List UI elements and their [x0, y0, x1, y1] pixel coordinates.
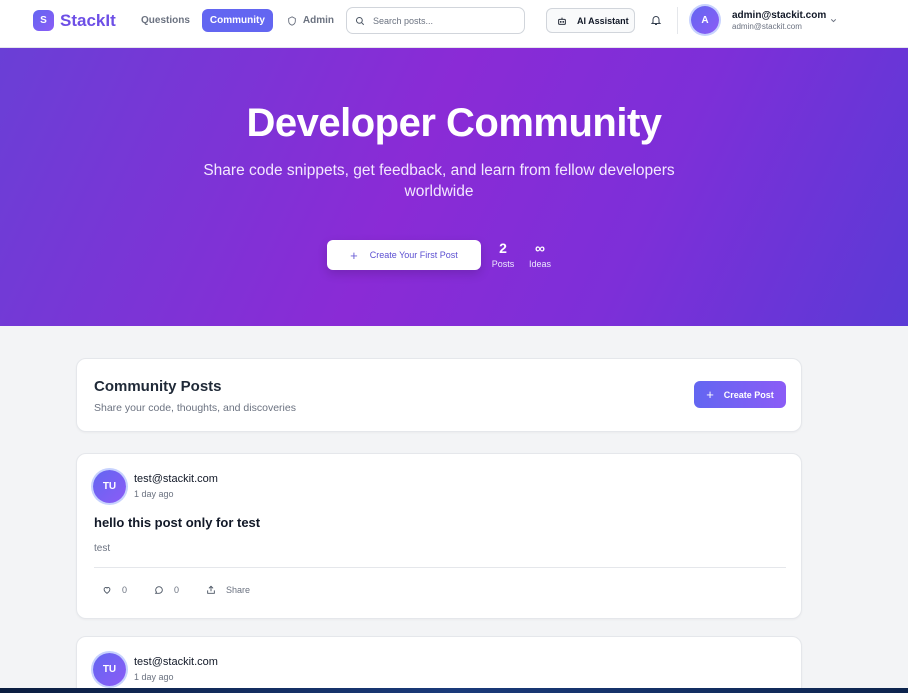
post-timestamp: 1 day ago — [134, 672, 174, 682]
stat-posts-value: 2 — [499, 240, 507, 256]
ai-assistant-button[interactable]: AI Assistant — [546, 8, 635, 33]
post-card[interactable]: TU test@stackit.com 1 day ago — [76, 636, 802, 693]
post-author[interactable]: test@stackit.com — [134, 656, 218, 668]
plus-icon: + — [350, 247, 358, 263]
like-button[interactable]: 0 — [102, 585, 127, 595]
stat-posts-label: Posts — [491, 259, 515, 269]
user-avatar[interactable]: A — [691, 6, 719, 34]
logo-text: StackIt — [60, 10, 116, 30]
heart-icon — [103, 587, 111, 594]
search-box[interactable] — [346, 7, 525, 34]
robot-icon — [558, 17, 566, 25]
section-subtitle: Share your code, thoughts, and discoveri… — [94, 402, 296, 414]
stat-ideas-label: Ideas — [528, 259, 552, 269]
stat-posts: 2 Posts — [490, 240, 516, 269]
search-icon — [355, 16, 365, 25]
nav-admin[interactable]: Admin — [279, 9, 342, 32]
share-label: Share — [226, 585, 251, 595]
section-title: Community Posts — [94, 378, 222, 395]
nav-questions[interactable]: Questions — [133, 9, 198, 32]
share-button[interactable]: Share — [206, 585, 250, 595]
main-nav: Questions Community Admin — [133, 9, 342, 32]
user-subtext: admin@stackit.com — [732, 22, 802, 31]
stat-ideas-value: ∞ — [535, 240, 545, 256]
nav-admin-label: Admin — [302, 15, 335, 26]
hero-subtitle: Share code snippets, get feedback, and l… — [203, 162, 675, 200]
post-body: test — [94, 543, 111, 554]
logo[interactable]: S StackIt — [33, 10, 116, 31]
chevron-down-icon[interactable] — [829, 16, 838, 25]
comment-icon — [154, 586, 163, 594]
logo-mark: S — [33, 10, 54, 31]
user-email[interactable]: admin@stackit.com — [732, 10, 826, 21]
ai-assistant-label: AI Assistant — [577, 15, 629, 26]
post-title[interactable]: hello this post only for test — [94, 515, 260, 530]
post-author[interactable]: test@stackit.com — [134, 473, 218, 485]
post-divider — [94, 567, 786, 568]
post-card[interactable]: TU test@stackit.com 1 day ago hello this… — [76, 453, 802, 619]
post-author-avatar[interactable]: TU — [93, 653, 126, 686]
create-first-post-button[interactable]: + Create Your First Post — [327, 240, 481, 270]
search-input[interactable] — [373, 15, 513, 26]
post-author-avatar[interactable]: TU — [93, 470, 126, 503]
shield-icon — [288, 15, 296, 26]
bell-icon[interactable] — [650, 14, 662, 26]
header-divider — [677, 7, 678, 34]
hero-banner: Developer Community Share code snippets,… — [0, 48, 908, 326]
create-post-button[interactable]: + Create Post — [694, 381, 786, 408]
comment-count: 0 — [174, 585, 180, 595]
hero-title: Developer Community — [246, 101, 662, 145]
os-taskbar-strip — [0, 688, 908, 693]
community-posts-header: Community Posts Share your code, thought… — [76, 358, 802, 432]
comment-button[interactable]: 0 — [154, 585, 179, 595]
plus-icon: + — [706, 387, 714, 402]
post-timestamp: 1 day ago — [134, 489, 174, 499]
share-icon — [207, 585, 215, 594]
nav-community[interactable]: Community — [201, 9, 273, 32]
create-first-post-label: Create Your First Post — [369, 250, 458, 260]
post-actions: 0 0 Share — [102, 585, 277, 595]
create-post-label: Create Post — [723, 389, 774, 400]
like-count: 0 — [122, 585, 128, 595]
top-nav-bar: S StackIt Questions Community Admin AI A… — [0, 0, 908, 48]
stat-ideas: ∞ Ideas — [527, 240, 553, 269]
